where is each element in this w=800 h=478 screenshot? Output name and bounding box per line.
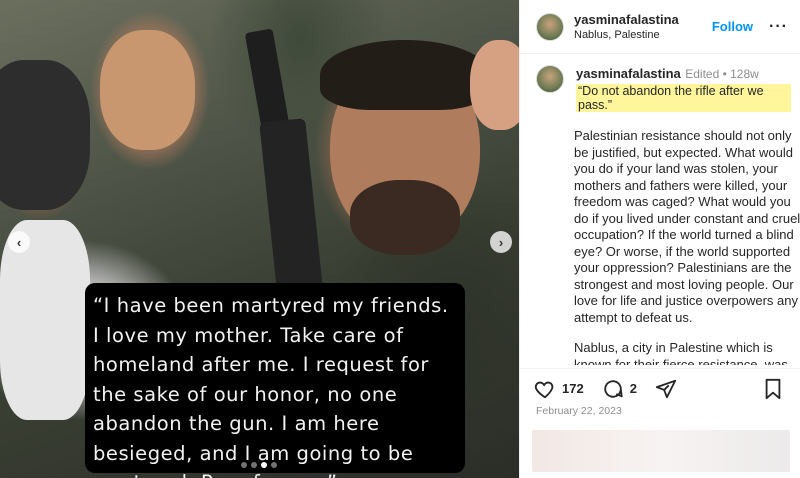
comment-button[interactable]: 2 [602, 378, 637, 400]
background-figure [0, 60, 90, 210]
carousel-prev-button[interactable]: ‹ [8, 231, 30, 253]
carousel-dot-active [261, 462, 267, 468]
chevron-left-icon: ‹ [16, 234, 22, 250]
background-figure [320, 40, 490, 110]
post-header: yasminafalastina Nablus, Palestine Follo… [520, 0, 800, 54]
rifle-shape [259, 118, 323, 292]
header-username[interactable]: yasminafalastina [574, 12, 712, 27]
caption-paragraph: Nablus, a city in Palestine which is kno… [574, 340, 788, 365]
add-comment-area[interactable] [532, 430, 790, 472]
save-button[interactable] [763, 378, 789, 400]
post-sidebar: yasminafalastina Nablus, Palestine Follo… [519, 0, 800, 478]
chevron-right-icon: › [498, 234, 504, 250]
caption-overlay: “I have been martyred my friends. I love… [85, 283, 465, 478]
comment-username[interactable]: yasminafalastina [576, 66, 681, 81]
comment-bubble-icon [604, 379, 623, 398]
avatar[interactable] [536, 65, 564, 93]
background-figure [350, 180, 460, 255]
caption-overlay-text: “I have been martyred my friends. I love… [93, 294, 449, 478]
highlighted-quote: “Do not abandon the rifle after we pass.… [576, 84, 791, 112]
like-count[interactable]: 172 [562, 381, 584, 396]
carousel-dot [241, 462, 247, 468]
action-bar: 172 2 [520, 368, 800, 408]
follow-button[interactable]: Follow [712, 19, 753, 34]
post-media: “I have been martyred my friends. I love… [0, 0, 519, 478]
heart-icon [534, 381, 554, 398]
carousel-next-button[interactable]: › [490, 231, 512, 253]
post-date[interactable]: February 22, 2023 [536, 405, 622, 417]
paper-plane-icon [655, 379, 677, 398]
caption-comment: yasminafalastina Edited • 128w “Do not a… [536, 65, 791, 114]
bookmark-icon [765, 378, 781, 399]
carousel-dot [251, 462, 257, 468]
comment-count[interactable]: 2 [630, 381, 637, 396]
carousel-indicator [241, 462, 277, 468]
more-options-button[interactable]: ··· [769, 18, 788, 36]
caption-paragraph: Palestinian resistance should not only b… [574, 128, 800, 325]
avatar[interactable] [536, 12, 564, 41]
background-figure [100, 30, 195, 150]
share-button[interactable] [655, 378, 683, 400]
comments-section: yasminafalastina Edited • 128w “Do not a… [520, 55, 800, 365]
carousel-dot [271, 462, 277, 468]
comment-meta: Edited • 128w [685, 67, 759, 81]
header-location[interactable]: Nablus, Palestine [574, 29, 712, 41]
like-button[interactable]: 172 [534, 378, 584, 400]
background-figure [470, 40, 519, 130]
